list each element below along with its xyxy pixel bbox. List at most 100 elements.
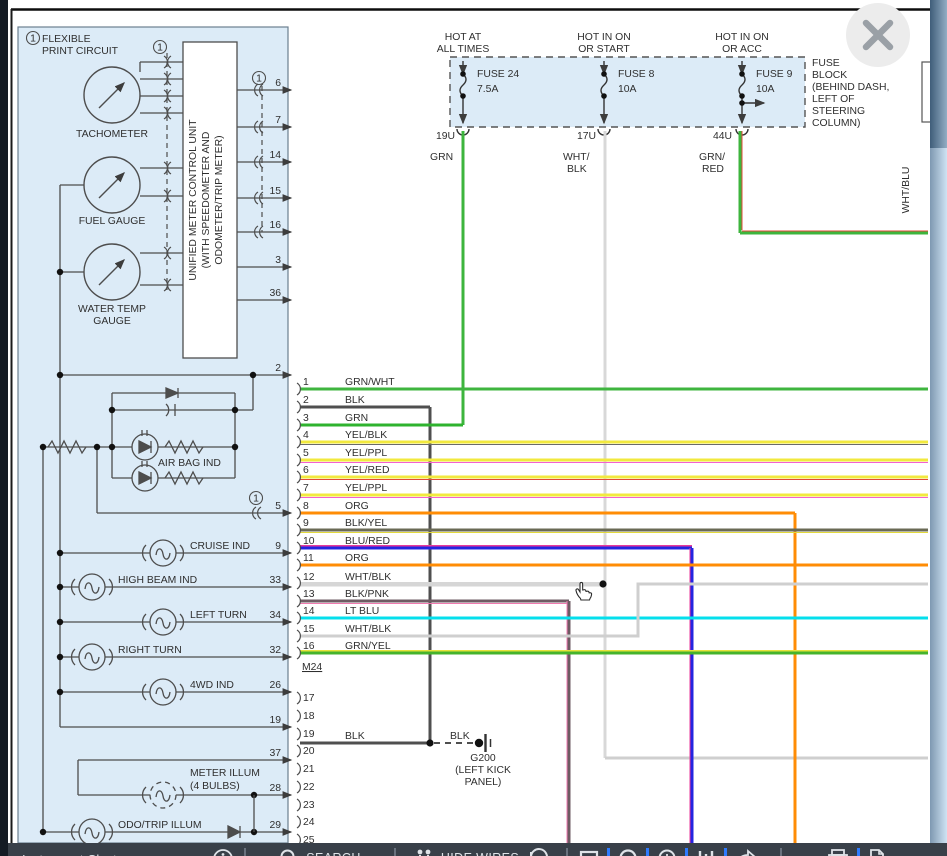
share-button[interactable]	[734, 848, 758, 856]
pin-number: 19	[303, 729, 315, 740]
svg-text:1: 1	[256, 74, 262, 85]
air-bag-label: AIR BAG IND	[158, 458, 221, 469]
pin-number: 10	[303, 536, 315, 547]
fuse9-amps: 10A	[756, 84, 775, 95]
history-button[interactable]	[656, 848, 678, 856]
toolbar-blue-divider	[724, 848, 727, 856]
pin-color: WHT/BLK	[345, 572, 391, 583]
scrollbar-thumb[interactable]	[930, 0, 947, 148]
svg-text:1: 1	[30, 34, 36, 45]
water-temp-label-2: GAUGE	[93, 316, 131, 327]
unit-pin-33: 33	[269, 575, 281, 586]
printer-icon	[826, 848, 850, 856]
cluster-panel	[18, 27, 288, 843]
circle-icon	[617, 848, 639, 856]
hide-wires-label: HIDE WIRES	[441, 851, 519, 856]
sliders-icon	[695, 848, 717, 856]
document-button[interactable]	[867, 848, 887, 856]
pin-color: WHT/BLK	[345, 624, 391, 635]
pin-number: 8	[303, 501, 309, 512]
feed3-hot-1: HOT IN ON	[715, 32, 769, 43]
pin-number: 6	[303, 465, 309, 476]
bottom-toolbar: Instrument Cluster... SEARCH HIDE WIRES	[8, 843, 947, 856]
pin-color: BLU/RED	[345, 536, 390, 547]
conn-17u: 17U	[577, 131, 596, 142]
conn-19u: 19U	[436, 131, 455, 142]
toolbar-blue-divider	[607, 848, 610, 856]
fuse-note-2: BLOCK	[812, 70, 847, 81]
unit-label-line3: ODOMETER/TRIP METER)	[214, 135, 225, 264]
unit-pin-15: 15	[269, 186, 281, 197]
fpc-label-line2: PRINT CIRCUIT	[42, 46, 119, 57]
circle-tool-button[interactable]	[617, 848, 639, 856]
wirecolor-19u: GRN	[430, 152, 453, 163]
unit-pin-19: 19	[269, 715, 281, 726]
pin-color: LT BLU	[345, 606, 379, 617]
toolbar-divider	[244, 848, 246, 856]
svg-text:1: 1	[253, 494, 259, 505]
wiring-diagram: UNIFIED METER CONTROL UNIT (WITH SPEEDOM…	[0, 0, 947, 843]
fuse-note-6: COLUMN)	[812, 118, 861, 129]
search-icon	[279, 848, 299, 856]
fuse-note-3: (BEHIND DASH,	[812, 82, 889, 93]
unit-pin-5: 5	[275, 501, 281, 512]
pin-color: BLK/PNK	[345, 589, 389, 600]
unit-pin-3: 3	[275, 255, 281, 266]
ground-dot	[475, 739, 483, 747]
share-icon	[734, 848, 758, 856]
print-button[interactable]	[826, 848, 850, 856]
odo-illum-label: ODO/TRIP ILLUM	[118, 820, 202, 831]
wires-icon	[414, 848, 434, 856]
pin-number: 21	[303, 764, 315, 775]
meter-illum-label-1: METER ILLUM	[190, 768, 260, 779]
unit-pin-7: 7	[275, 115, 281, 126]
connector-cups	[297, 383, 300, 843]
meter-illum-label-2: (4 BULBS)	[190, 781, 240, 792]
pin-number: 5	[303, 448, 309, 459]
ground-id: G200	[470, 753, 496, 764]
unit-pin-6: 6	[275, 78, 281, 89]
junction-dot-ground	[426, 739, 433, 746]
ground-location-1: (LEFT KICK	[455, 765, 511, 776]
unit-pin-26: 26	[269, 680, 281, 691]
harness-wires	[300, 131, 928, 843]
pin-number: 23	[303, 800, 315, 811]
pin-color: YEL/BLK	[345, 430, 387, 441]
water-temp-label-1: WATER TEMP	[78, 304, 146, 315]
search-button[interactable]: SEARCH	[256, 848, 384, 856]
wire-pin15-whtblk	[300, 584, 928, 636]
unit-label-line2: (WITH SPEEDOMETER AND	[201, 132, 212, 269]
pin-number: 12	[303, 572, 315, 583]
fuse-note-4: LEFT OF	[812, 94, 855, 105]
vertical-scrollbar[interactable]	[930, 0, 947, 843]
rectangle-tool-button[interactable]	[578, 848, 600, 856]
fuse-note-1: FUSE	[812, 58, 840, 69]
pin-number: 25	[303, 835, 315, 843]
pin-number: 17	[303, 693, 315, 704]
wiring-diagram-viewer: UNIFIED METER CONTROL UNIT (WITH SPEEDOM…	[0, 0, 947, 856]
pin-number: 2	[303, 395, 309, 406]
fuse8-amps: 10A	[618, 84, 637, 95]
undo-icon[interactable]	[526, 848, 548, 856]
info-icon[interactable]	[212, 848, 234, 856]
ground-wire-label-1: BLK	[345, 731, 365, 742]
unit-pin-9: 9	[275, 541, 281, 552]
close-button[interactable]	[846, 3, 910, 67]
svg-text:1: 1	[157, 43, 163, 54]
pin-number: 14	[303, 606, 315, 617]
unit-pin-37: 37	[269, 748, 281, 759]
pin-number: 18	[303, 711, 315, 722]
wirecolor-44u-2: RED	[702, 164, 724, 175]
fuse-note-5: STEERING	[812, 106, 865, 117]
wirecolor-17u-2: BLK	[567, 164, 587, 175]
pin-number: 9	[303, 518, 309, 529]
tachometer-label: TACHOMETER	[76, 129, 148, 140]
levels-button[interactable]	[695, 848, 717, 856]
right-edge-wire-label: WHT/BLU	[901, 167, 912, 214]
toolbar-blue-divider	[857, 848, 860, 856]
pin-color: YEL/PPL	[345, 483, 387, 494]
fuse24-label: FUSE 24	[477, 69, 519, 80]
hide-wires-button[interactable]: HIDE WIRES	[406, 848, 556, 856]
toolbar-divider	[780, 848, 782, 856]
pin-number: 16	[303, 641, 315, 652]
